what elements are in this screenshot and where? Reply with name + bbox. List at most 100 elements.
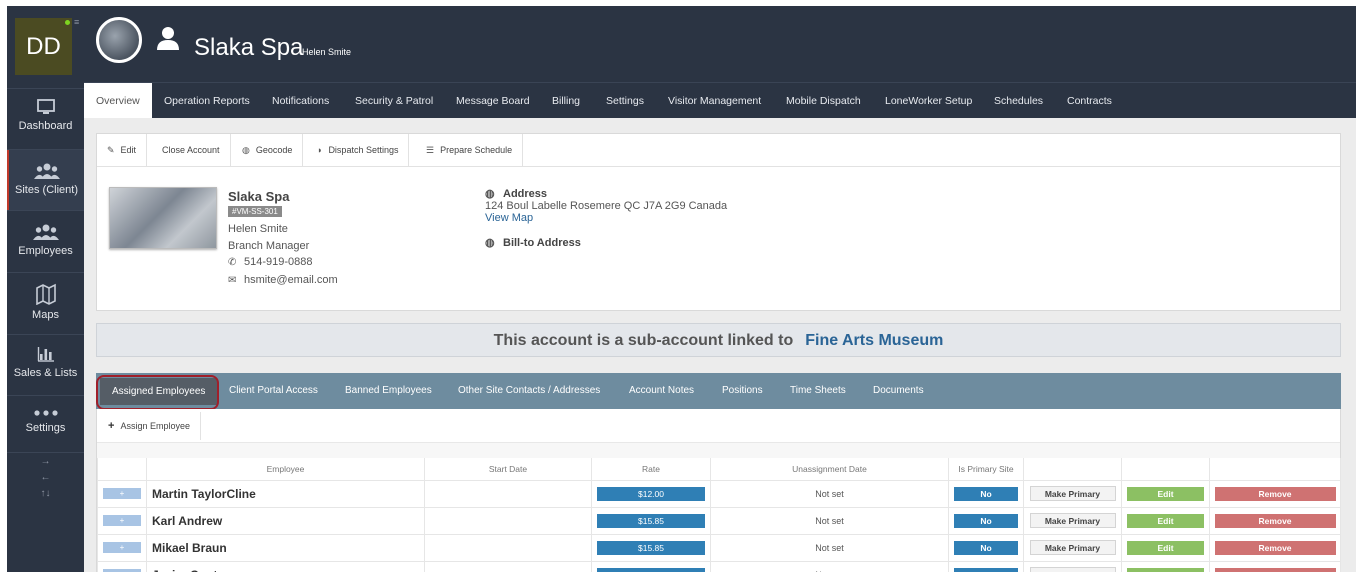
globe-icon: ◍ — [485, 188, 495, 200]
edit-row-button[interactable]: Edit — [1127, 486, 1204, 501]
window-frame-right — [1356, 6, 1363, 572]
table-row: + Mikael Braun $15.85 Not set No Make Pr… — [97, 533, 1341, 562]
tab-documents[interactable]: Documents — [861, 373, 936, 409]
column-header[interactable]: Unassignment Date — [710, 458, 949, 481]
tab-loneworker-setup[interactable]: LoneWorker Setup — [873, 83, 984, 119]
dispatch-settings-button[interactable]: ◗ Dispatch Settings — [307, 134, 410, 166]
tab-time-sheets[interactable]: Time Sheets — [778, 373, 858, 409]
edit-row-button[interactable]: Edit — [1127, 540, 1204, 555]
parent-account-link[interactable]: Fine Arts Museum — [805, 332, 943, 349]
plus-icon: + — [108, 420, 115, 432]
dots-icon — [33, 410, 58, 416]
unassignment-date: Not set — [710, 533, 949, 562]
sidebar-item-maps[interactable]: Maps — [7, 273, 84, 335]
person-icon — [157, 27, 179, 50]
sort-arrows-icon[interactable]: ↑↓ — [7, 486, 84, 502]
remove-row-button[interactable]: Remove — [1214, 513, 1336, 528]
column-header[interactable]: Employee — [146, 458, 425, 481]
start-date — [424, 533, 592, 562]
tab-billing[interactable]: Billing — [540, 83, 592, 119]
assign-employee-button[interactable]: + Assign Employee — [98, 412, 201, 440]
remove-row-button[interactable]: Remove — [1214, 486, 1336, 501]
divider — [7, 88, 84, 89]
unassignment-date: Not set — [710, 506, 949, 535]
tab-overview[interactable]: Overview — [84, 83, 152, 119]
rate-badge[interactable]: $15.85 — [597, 513, 705, 528]
contact-phone: ✆ 514-919-0888 — [228, 256, 313, 268]
expand-row-button[interactable]: + — [103, 542, 141, 553]
sidebar-item-sales-lists[interactable]: Sales & Lists — [7, 335, 84, 395]
rate-badge[interactable]: $12.00 — [597, 486, 705, 501]
chart-icon — [37, 347, 54, 362]
rate-badge[interactable]: $15.85 — [597, 540, 705, 555]
tab-positions[interactable]: Positions — [710, 373, 775, 409]
tab-schedules[interactable]: Schedules — [982, 83, 1055, 119]
start-date — [424, 479, 592, 508]
tab-client-portal-access[interactable]: Client Portal Access — [217, 373, 330, 409]
sidebar-item-dashboard[interactable]: Dashboard — [7, 96, 84, 150]
sub-account-banner: This account is a sub-account linked to F… — [96, 323, 1341, 357]
bill-to-heading: ◍ Bill-to Address — [485, 237, 581, 249]
grid-menu-icon[interactable]: ≡ — [74, 18, 82, 27]
employee-name[interactable]: Martin TaylorCline — [146, 479, 425, 508]
tab-visitor-management[interactable]: Visitor Management — [656, 83, 773, 119]
address-text: 124 Boul Labelle Rosemere QC J7A 2G9 Can… — [485, 200, 728, 212]
employee-name[interactable]: Karl Andrew — [146, 506, 425, 535]
edit-row-button[interactable]: Edit — [1127, 513, 1204, 528]
group-icon — [33, 163, 60, 179]
make-primary-button[interactable]: Make Primary — [1029, 486, 1116, 501]
edit-button[interactable]: ✎ Edit — [97, 134, 148, 166]
company-logo[interactable]: DD — [15, 18, 72, 75]
tab-contracts[interactable]: Contracts — [1055, 83, 1124, 119]
contact-email[interactable]: ✉ hsmite@email.com — [228, 274, 338, 286]
employee-name[interactable]: Mikael Braun — [146, 533, 425, 562]
tab-highlight-outline — [96, 375, 219, 410]
close-account-button[interactable]: Close Account — [152, 134, 231, 166]
arrow-right-icon[interactable]: → — [7, 454, 84, 470]
tab-banned-employees[interactable]: Banned Employees — [333, 373, 444, 409]
column-header[interactable]: Is Primary Site — [948, 458, 1024, 481]
tab-account-notes[interactable]: Account Notes — [617, 373, 706, 409]
remove-row-button[interactable]: Remove — [1214, 540, 1336, 555]
tab-security-patrol[interactable]: Security & Patrol — [343, 83, 445, 119]
address-heading: ◍ Address — [485, 188, 548, 200]
sidebar-item-label: Sales & Lists — [13, 367, 78, 379]
dispatch-icon: ◗ — [317, 145, 323, 155]
make-primary-button[interactable]: Make Primary — [1029, 513, 1116, 528]
sidebar-item-label: Maps — [32, 309, 59, 321]
expand-row-button[interactable]: + — [103, 515, 141, 526]
account-code-badge: #VM-SS-301 — [228, 206, 282, 217]
geocode-button[interactable]: ◍ Geocode — [232, 134, 304, 166]
tab-other-site-contacts[interactable]: Other Site Contacts / Addresses — [446, 373, 612, 409]
online-status-dot — [65, 20, 70, 25]
site-title: Slaka Spa — [194, 34, 304, 61]
expand-row-button[interactable]: + — [103, 488, 141, 499]
sidebar-collapse-controls[interactable]: → ← ↑↓ — [7, 454, 84, 502]
arrow-left-icon[interactable]: ← — [7, 470, 84, 486]
column-header[interactable]: Start Date — [424, 458, 592, 481]
table-spacer — [97, 442, 1340, 458]
tab-mobile-dispatch[interactable]: Mobile Dispatch — [774, 83, 873, 119]
main-nav: Overview Operation Reports Notifications… — [84, 82, 1356, 119]
tab-settings[interactable]: Settings — [594, 83, 656, 119]
account-name: Slaka Spa — [228, 189, 290, 204]
sidebar-item-label: Sites (Client) — [15, 184, 78, 196]
site-avatar[interactable] — [96, 17, 142, 63]
sidebar-item-employees[interactable]: Employees — [7, 211, 84, 271]
prepare-schedule-button[interactable]: ☰ Prepare Schedule — [416, 134, 524, 166]
view-map-link[interactable]: View Map — [485, 212, 533, 224]
make-primary-button[interactable]: Make Primary — [1029, 540, 1116, 555]
globe-icon: ◍ — [242, 145, 250, 155]
primary-site-badge: No — [954, 486, 1018, 501]
primary-site-badge: No — [954, 540, 1018, 555]
tab-operation-reports[interactable]: Operation Reports — [152, 83, 262, 119]
tab-message-board[interactable]: Message Board — [444, 83, 542, 119]
monitor-icon — [36, 99, 55, 114]
column-header — [1121, 458, 1210, 481]
sidebar-item-sites[interactable]: Sites (Client) — [7, 150, 84, 210]
column-header — [97, 458, 147, 481]
column-header[interactable]: Rate — [591, 458, 711, 481]
contact-name: Helen Smite — [228, 223, 288, 235]
sidebar-item-settings[interactable]: Settings — [7, 396, 84, 452]
tab-notifications[interactable]: Notifications — [260, 83, 341, 119]
